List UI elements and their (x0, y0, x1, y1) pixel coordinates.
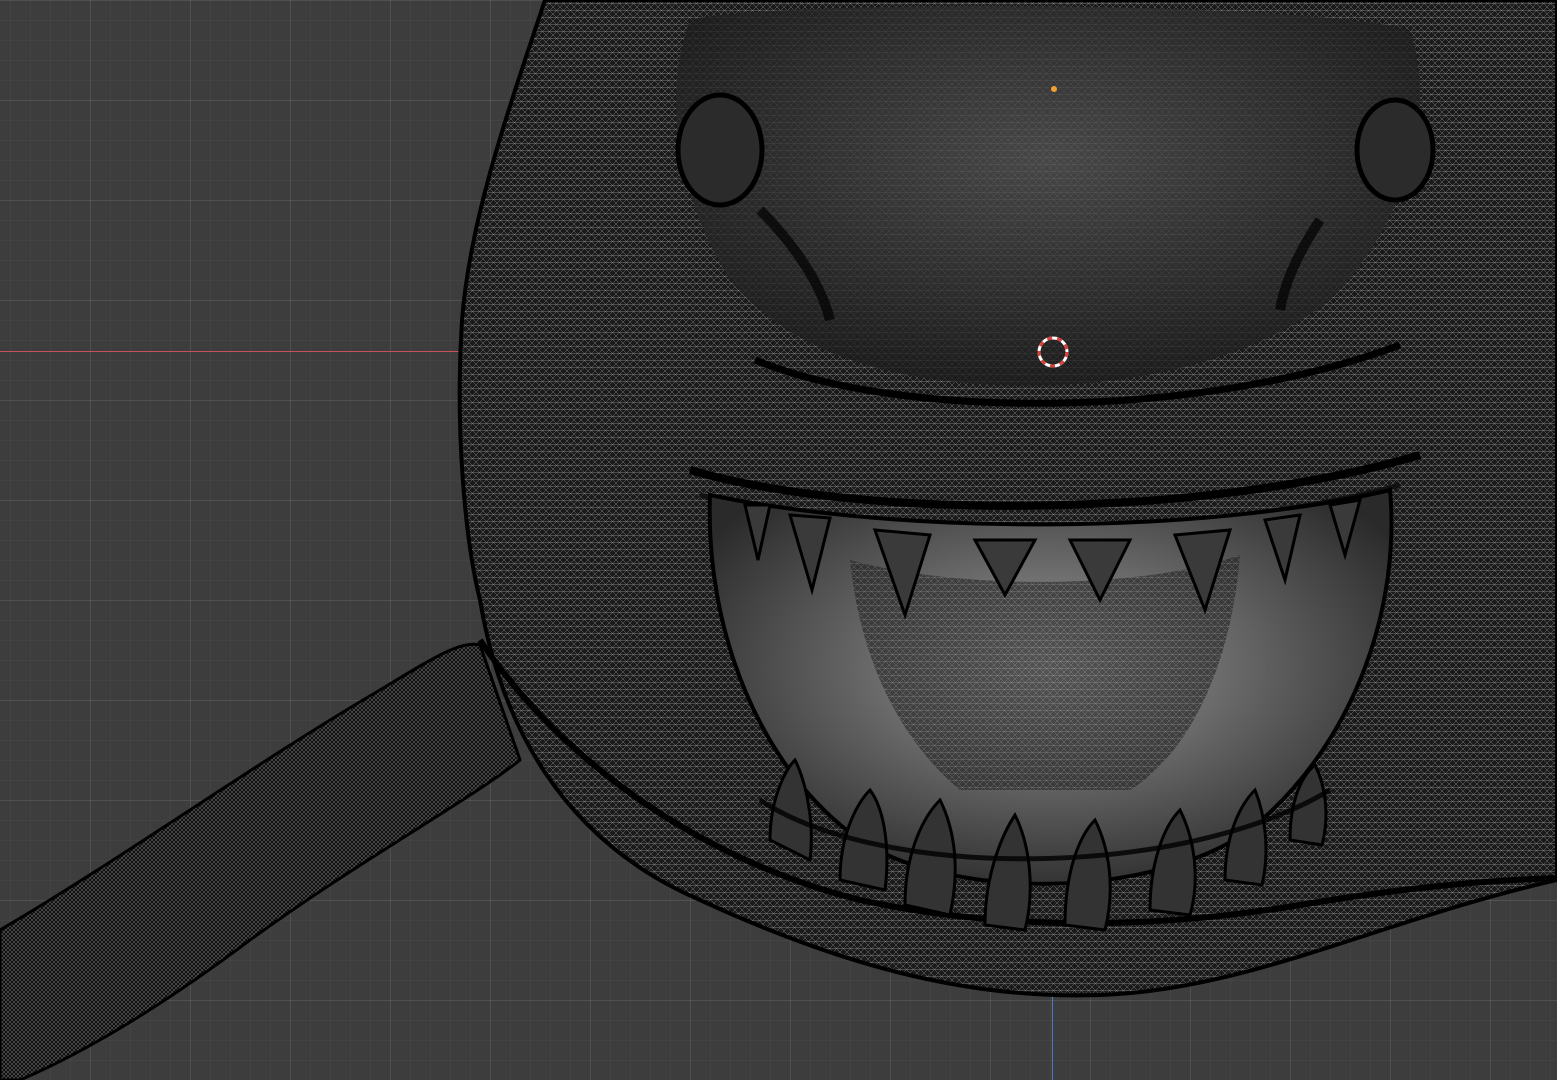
mesh-canvas[interactable] (0, 0, 1557, 1080)
pectoral-fin (0, 642, 522, 1080)
right-eye-socket (1354, 97, 1436, 203)
3d-viewport[interactable] (0, 0, 1557, 1080)
left-eye-socket (675, 92, 765, 208)
object-origin-icon[interactable] (1051, 86, 1057, 92)
